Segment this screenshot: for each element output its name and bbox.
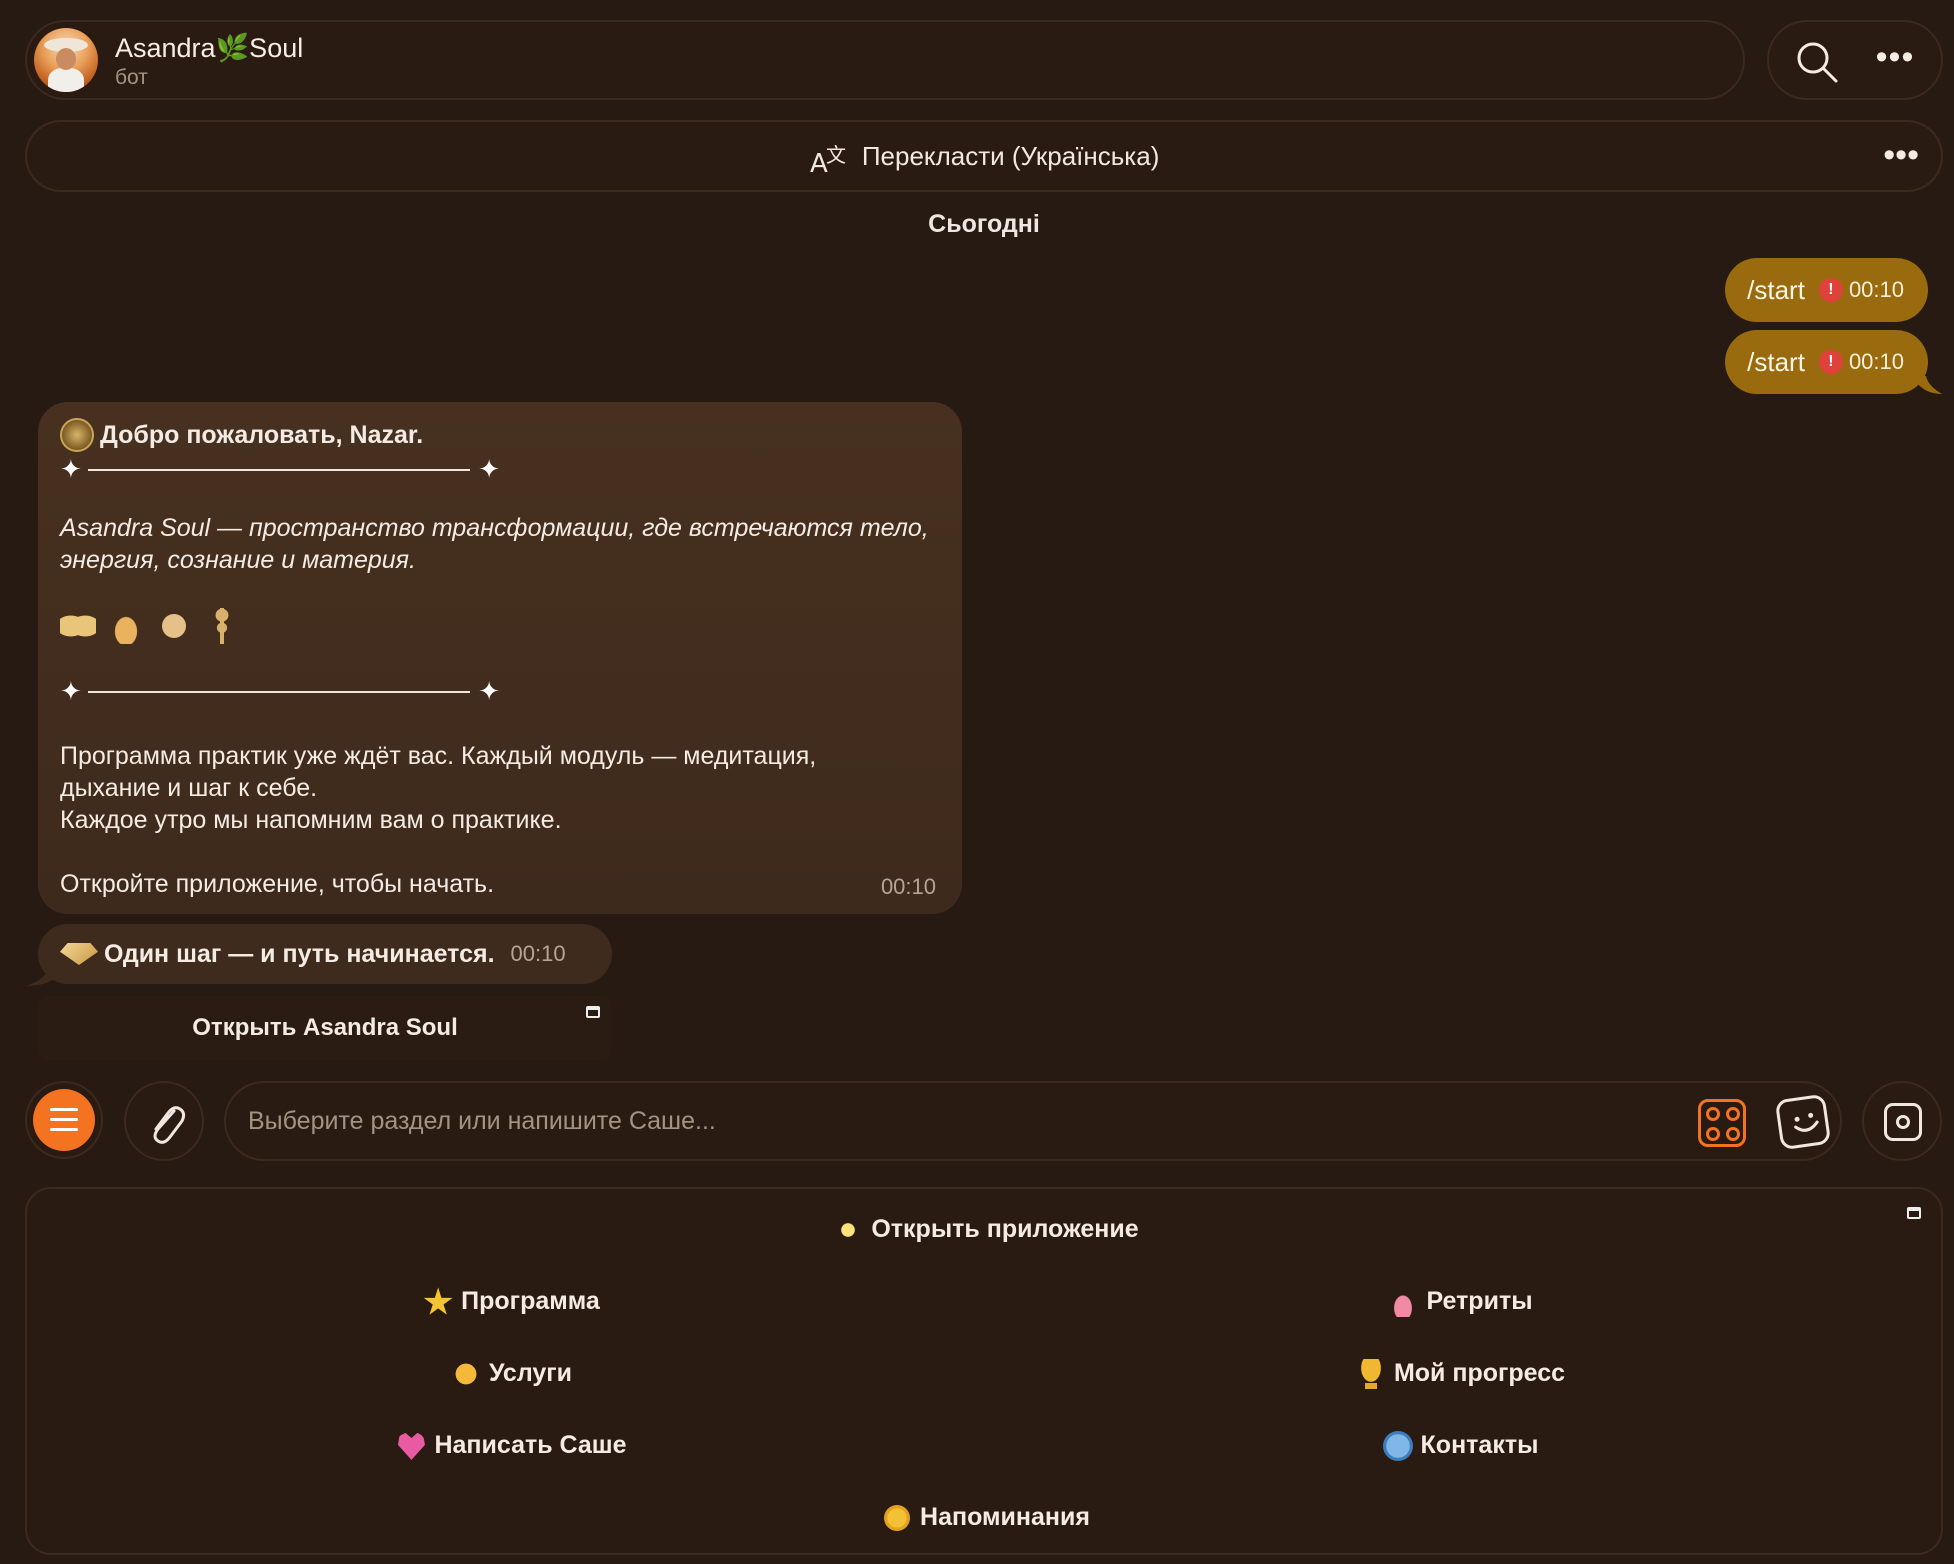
flame-icon (108, 608, 144, 644)
reply-keyboard: Открыть приложение Программа Ретриты Усл… (25, 1187, 1943, 1555)
gem-icon (60, 943, 98, 965)
decorative-divider: ✦ ✦ (60, 676, 500, 706)
paragraph-line: Программа практик уже ждёт вас. Каждый м… (60, 742, 817, 770)
globe-icon (1382, 1431, 1413, 1462)
sparkle-icon (833, 1215, 864, 1246)
error-icon[interactable]: ! (1818, 350, 1843, 374)
message-time: 00:10 (1848, 277, 1904, 302)
more-options-icon[interactable]: ••• (1873, 40, 1917, 82)
svg-text:文: 文 (826, 143, 846, 167)
date-divider: Сьогодні (928, 210, 1040, 238)
paragraph-line: дыхание и шаг к себе. (60, 774, 318, 802)
keyboard-button-reminders[interactable]: Напоминания (27, 1487, 1945, 1547)
button-label: Услуги (488, 1359, 573, 1387)
message-input[interactable] (248, 1101, 1648, 1141)
decorative-divider: ✦ ✦ (60, 454, 500, 484)
keyboard-button-program[interactable]: Программа (37, 1271, 986, 1331)
message-text: /start (1747, 274, 1805, 305)
outgoing-message[interactable]: /start ! 00:10 (1725, 258, 1928, 322)
tree-of-life-icon (204, 608, 240, 644)
trophy-icon (1355, 1359, 1386, 1390)
translate-icon: A 文 (810, 143, 846, 178)
mini-apps-icon[interactable] (1698, 1099, 1746, 1147)
keyboard-button-services[interactable]: Услуги (37, 1343, 986, 1403)
instant-video-button[interactable] (1862, 1081, 1942, 1161)
message-text: /start (1747, 346, 1805, 377)
heart-icon (397, 1432, 425, 1460)
chat-title: Asandra🌿Soul (115, 33, 304, 63)
welcome-text: Добро пожаловать, Nazar. (100, 420, 424, 449)
incoming-message[interactable]: Один шаг — и путь начинается. 00:10 (38, 924, 612, 984)
keyboard-button-message[interactable]: Написать Саше (37, 1415, 986, 1475)
camera-icon (1884, 1103, 1922, 1141)
brain-icon (156, 608, 192, 644)
intro-text: Asandra Soul — пространство трансформаци… (60, 514, 929, 542)
error-icon[interactable]: ! (1818, 278, 1843, 302)
butterfly-icon (60, 608, 96, 644)
translate-more-icon[interactable]: ••• (1883, 138, 1919, 172)
web-app-icon (586, 1006, 600, 1018)
sun-icon (882, 1503, 913, 1534)
message-text: Один шаг — и путь начинается. (104, 939, 495, 968)
chat-window: Asandra🌿Soul бот ••• A 文 Перекласти (Укр… (0, 0, 1954, 1564)
sticker-icon[interactable] (1774, 1093, 1832, 1151)
chat-header[interactable]: Asandra🌿Soul бот (25, 20, 1745, 100)
header-actions: ••• (1767, 20, 1943, 100)
inline-button-label: Открыть Asandra Soul (192, 1014, 458, 1041)
keyboard-button-retreats[interactable]: Ретриты (986, 1271, 1935, 1331)
menu-button[interactable] (25, 1081, 103, 1159)
star-icon (423, 1287, 453, 1315)
paragraph-line: Каждое утро мы напомним вам о практике. (60, 806, 562, 834)
button-label: Мой прогресс (1393, 1359, 1566, 1387)
chat-subtitle: бот (115, 66, 148, 89)
keyboard-open-app-button[interactable]: Открыть приложение (27, 1199, 1945, 1259)
message-time: 00:10 (510, 941, 566, 966)
emoji-row (60, 608, 240, 644)
button-label: Написать Саше (434, 1431, 627, 1459)
avatar[interactable] (34, 28, 98, 92)
button-label: Контакты (1420, 1431, 1539, 1459)
outgoing-message[interactable]: /start ! 00:10 (1725, 330, 1928, 394)
incoming-message[interactable]: Добро пожаловать, Nazar. ✦ ✦ Asandra Soul… (38, 402, 962, 914)
attach-button[interactable] (124, 1081, 204, 1161)
welcome-line: Добро пожаловать, Nazar. (60, 418, 423, 452)
search-icon[interactable] (1795, 40, 1839, 84)
keyboard-button-contacts[interactable]: Контакты (986, 1415, 1935, 1475)
medal-icon (60, 418, 94, 452)
message-time: 00:10 (1848, 349, 1904, 374)
paragraph-line: Откройте приложение, чтобы начать. (60, 870, 495, 898)
paperclip-icon (153, 1106, 186, 1144)
translate-bar[interactable]: A 文 Перекласти (Українська) ••• (25, 120, 1943, 192)
raising-hands-icon (450, 1359, 481, 1390)
menu-icon (50, 1108, 78, 1132)
lotus-icon (1388, 1287, 1419, 1318)
open-app-inline-button[interactable]: Открыть Asandra Soul (38, 996, 612, 1060)
button-label: Открыть приложение (871, 1215, 1139, 1243)
keyboard-button-progress[interactable]: Мой прогресс (986, 1343, 1935, 1403)
bubble-tail (1912, 376, 1942, 394)
message-time: 00:10 (880, 874, 936, 899)
button-label: Напоминания (920, 1503, 1090, 1531)
intro-text-2: энергия, сознание и материя. (60, 546, 416, 574)
button-label: Ретриты (1426, 1287, 1533, 1315)
message-input-container (224, 1081, 1842, 1161)
translate-label: Перекласти (Українська) (861, 140, 1160, 171)
button-label: Программа (461, 1287, 600, 1315)
